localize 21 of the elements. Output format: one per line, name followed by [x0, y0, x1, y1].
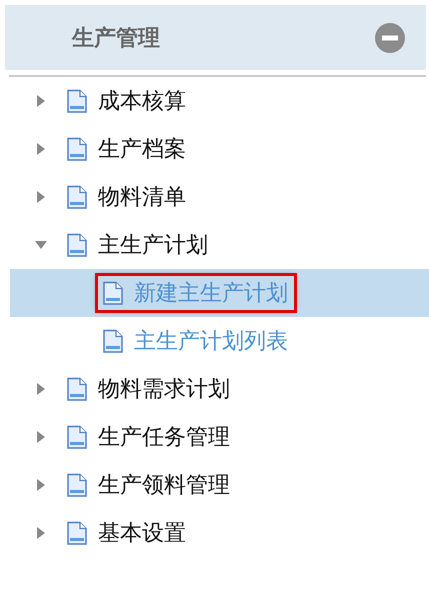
tree-node[interactable]: 生产档案 [0, 125, 429, 173]
document-icon [102, 328, 124, 354]
document-icon [66, 424, 88, 450]
tree-node[interactable]: 生产任务管理 [0, 413, 429, 461]
tree-node[interactable]: 生产领料管理 [0, 461, 429, 509]
document-icon [102, 280, 124, 306]
document-icon [66, 136, 88, 162]
panel-title: 生产管理 [72, 24, 160, 52]
tree-node[interactable]: 基本设置 [0, 509, 429, 557]
panel-header[interactable]: 生产管理 [5, 5, 426, 70]
document-icon [66, 232, 88, 258]
tree-node[interactable]: 成本核算 [0, 77, 429, 125]
document-icon [66, 184, 88, 210]
collapse-icon[interactable] [374, 22, 406, 54]
document-icon [66, 376, 88, 402]
document-icon [66, 520, 88, 546]
tree-node[interactable]: 物料清单 [0, 173, 429, 221]
document-icon [66, 88, 88, 114]
document-icon [66, 472, 88, 498]
tree-node[interactable]: 物料需求计划 [0, 365, 429, 413]
tree-node[interactable]: 主生产计划 [0, 221, 429, 269]
